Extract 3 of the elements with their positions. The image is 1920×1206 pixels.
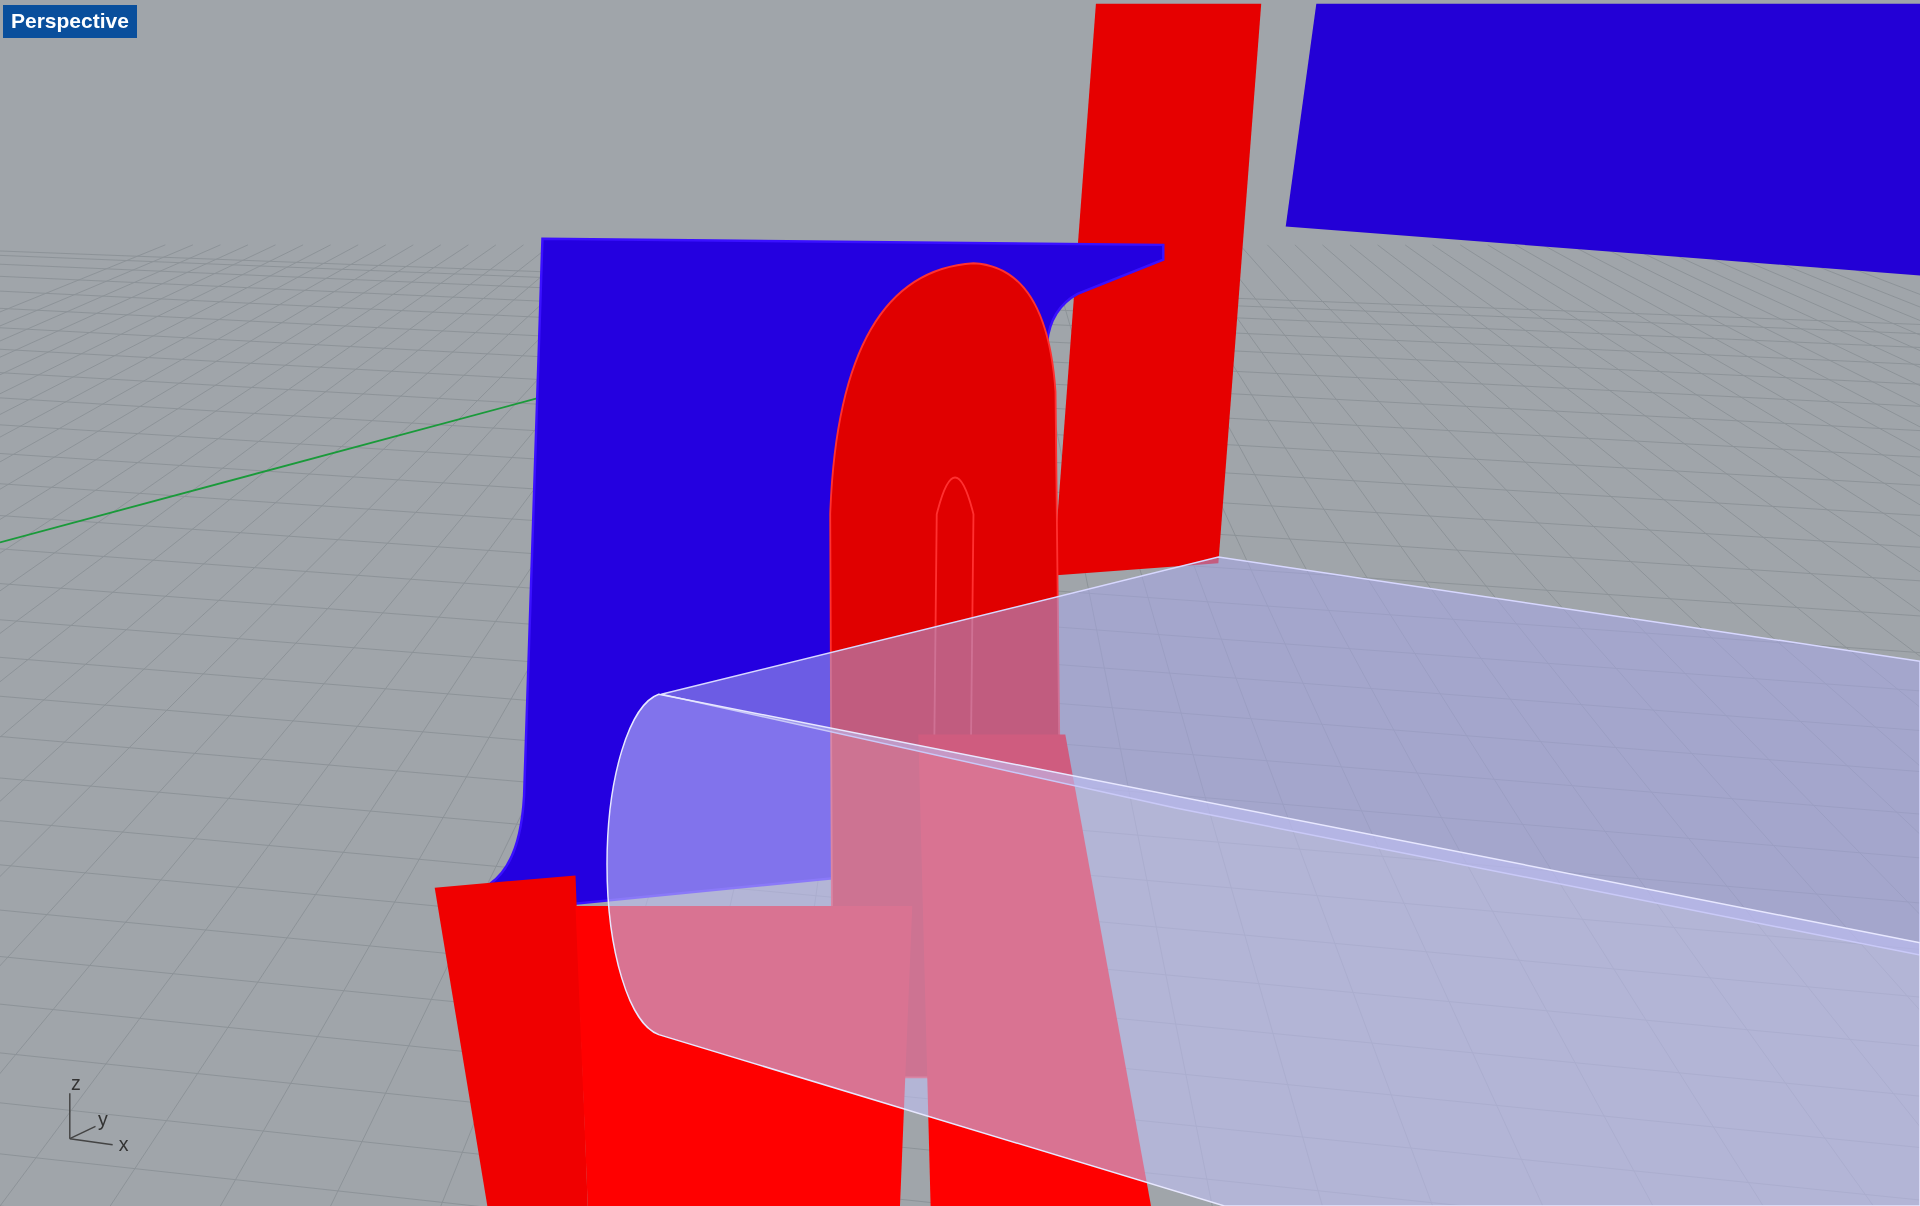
- axis-label: z: [71, 1071, 81, 1094]
- axis-label: y: [97, 1108, 108, 1131]
- axis-label: x: [118, 1132, 129, 1155]
